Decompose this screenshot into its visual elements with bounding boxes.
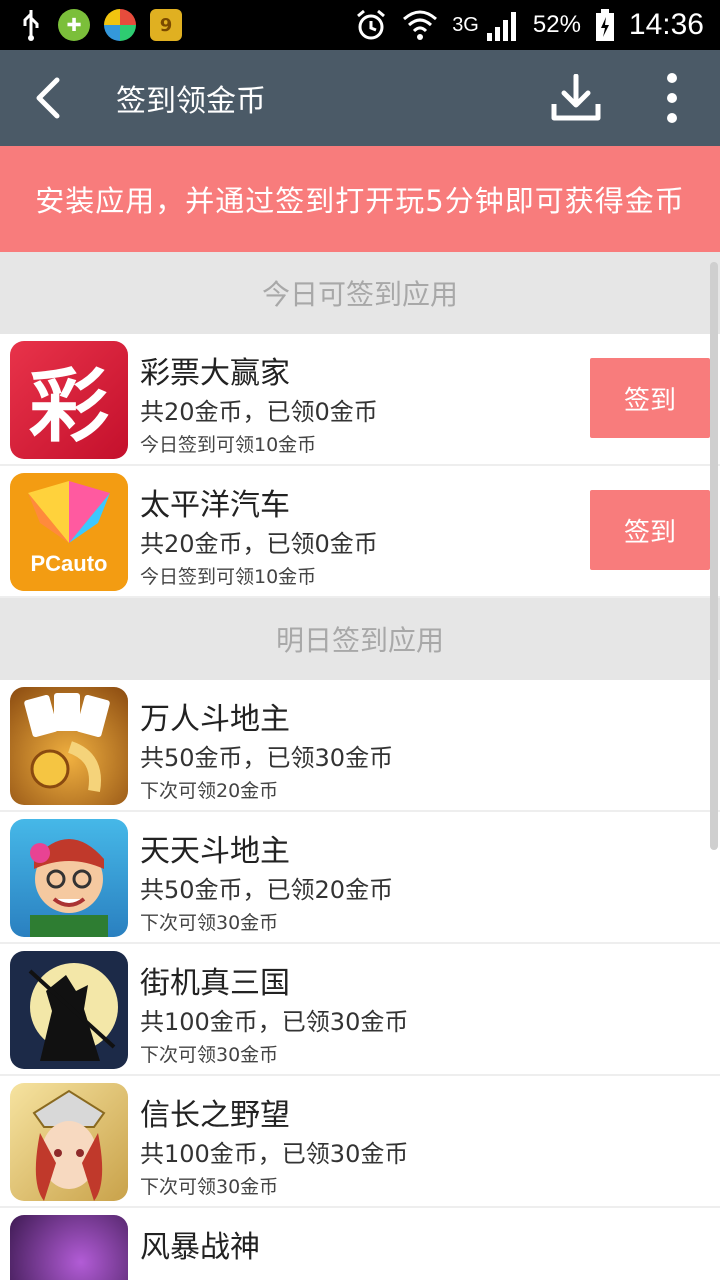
landlord-game-icon — [10, 819, 128, 937]
more-vertical-icon — [667, 73, 677, 123]
coin-hint: 今日签到可领10金币 — [140, 434, 317, 456]
coin-summary: 共50金币，已领30金币 — [140, 744, 394, 772]
app-name: 天天斗地主 — [140, 834, 290, 869]
three-kingdoms-game-icon — [10, 951, 128, 1069]
coin-summary: 共20金币，已领0金币 — [140, 530, 378, 558]
page-title: 签到领金币 — [116, 84, 266, 119]
sign-in-button[interactable]: 签到 — [590, 358, 710, 438]
pcauto-app-icon: PCauto — [10, 473, 128, 591]
alarm-icon — [357, 9, 386, 40]
notification-icons: ✚ 9 — [0, 8, 182, 42]
coin-summary: 共20金币，已领0金币 — [140, 398, 378, 426]
wifi-icon — [403, 10, 438, 40]
caipiao-app-icon: 彩 — [10, 341, 128, 459]
list-item[interactable]: 天天斗地主 共50金币，已领20金币 下次可领30金币 — [0, 812, 720, 944]
app-name: 彩票大赢家 — [140, 356, 290, 391]
poker-game-icon — [10, 687, 128, 805]
app-name: 太平洋汽车 — [140, 488, 290, 523]
banner-text: 安装应用，并通过签到打开玩5分钟即可获得金币 — [35, 184, 685, 218]
section-header-today: 今日可签到应用 — [0, 252, 720, 334]
usb-icon — [23, 10, 39, 41]
list-item[interactable]: 万人斗地主 共50金币，已领30金币 下次可领20金币 — [0, 680, 720, 812]
coin-summary: 共50金币，已领20金币 — [140, 876, 394, 904]
storm-god-game-icon — [10, 1215, 128, 1280]
list-item[interactable]: PCauto 太平洋汽车 共20金币，已领0金币 今日签到可领10金币 签到 — [0, 466, 720, 598]
list-item[interactable]: 风暴战神 — [0, 1208, 720, 1280]
network-type: 3G — [452, 14, 479, 36]
section-title: 今日可签到应用 — [261, 278, 458, 311]
section-title: 明日签到应用 — [275, 624, 444, 657]
list-item[interactable]: 信长之野望 共100金币，已领30金币 下次可领30金币 — [0, 1076, 720, 1208]
download-button[interactable] — [528, 50, 624, 146]
back-arrow-icon — [36, 77, 60, 119]
list-item[interactable]: 彩 彩票大赢家 共20金币，已领0金币 今日签到可领10金币 签到 — [0, 334, 720, 466]
info-banner: 安装应用，并通过签到打开玩5分钟即可获得金币 — [0, 146, 720, 252]
sign-in-button[interactable]: 签到 — [590, 490, 710, 570]
back-button[interactable] — [0, 50, 96, 146]
app-list[interactable]: 今日可签到应用 彩 彩票大赢家 共20金币，已领0金币 今日签到可领10金币 签… — [0, 252, 720, 1280]
app-store-icon — [104, 9, 136, 41]
system-icons: 3G 52% 14:36 — [354, 8, 720, 42]
coin-summary: 共100金币，已领30金币 — [140, 1008, 409, 1036]
coin-hint: 下次可领30金币 — [140, 1044, 279, 1066]
section-header-tomorrow: 明日签到应用 — [0, 598, 720, 680]
coin-hint: 下次可领30金币 — [140, 912, 279, 934]
clock: 14:36 — [628, 8, 704, 41]
action-bar: 签到领金币 — [0, 50, 720, 146]
signal-icon — [486, 12, 516, 41]
app-name: 街机真三国 — [140, 966, 290, 1001]
app-name: 风暴战神 — [140, 1230, 260, 1265]
scrollbar[interactable] — [710, 262, 718, 850]
app-name: 信长之野望 — [140, 1098, 290, 1133]
coin-summary: 共100金币，已领30金币 — [140, 1140, 409, 1168]
app-name: 万人斗地主 — [140, 702, 290, 737]
nobunaga-game-icon — [10, 1083, 128, 1201]
game-app-icon: ✚ — [58, 9, 90, 41]
coin-app-icon: 9 — [150, 9, 182, 41]
status-bar: ✚ 9 3G 52% 14:36 — [0, 0, 720, 50]
download-icon — [551, 74, 601, 121]
overflow-menu-button[interactable] — [624, 50, 720, 146]
battery-icon — [595, 9, 614, 41]
battery-percent: 52% — [532, 11, 581, 38]
coin-hint: 今日签到可领10金币 — [140, 566, 317, 588]
list-item[interactable]: 街机真三国 共100金币，已领30金币 下次可领30金币 — [0, 944, 720, 1076]
coin-hint: 下次可领20金币 — [140, 780, 279, 802]
coin-hint: 下次可领30金币 — [140, 1176, 279, 1198]
